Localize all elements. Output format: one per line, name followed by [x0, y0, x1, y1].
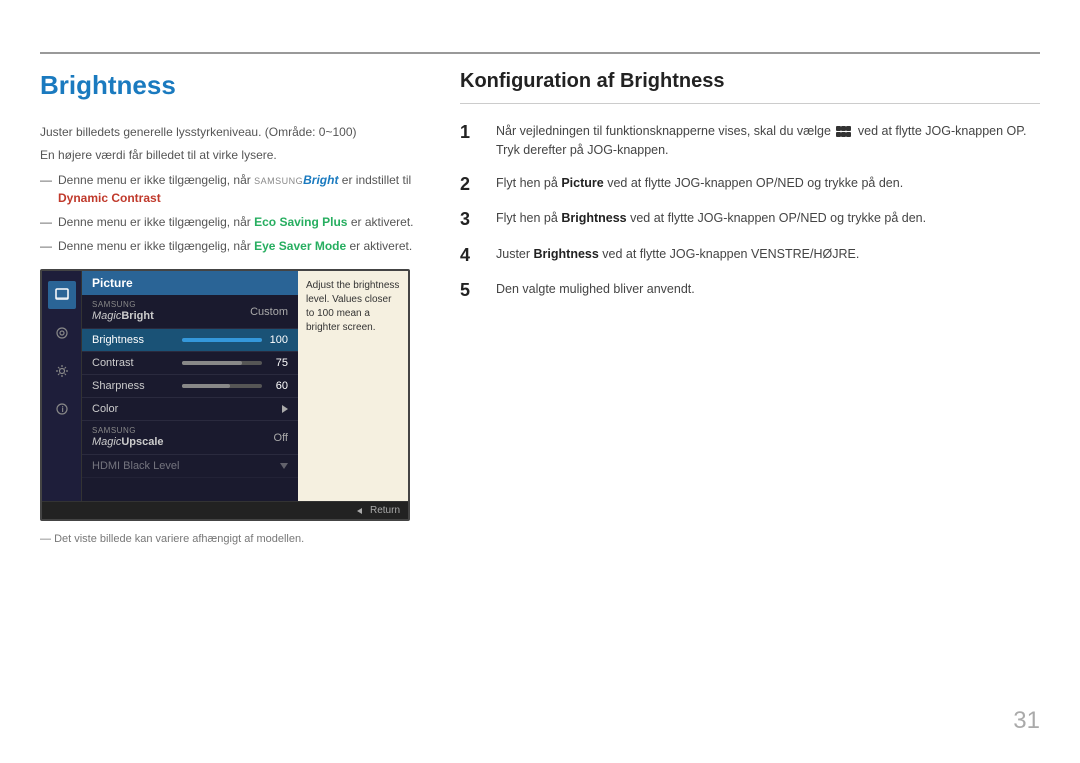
monitor-bottom-bar: Return: [42, 501, 408, 519]
step-number-1: 1: [460, 122, 488, 144]
callout-box: Adjust the brightness level. Values clos…: [298, 271, 408, 501]
note-line-1: Denne menu er ikke tilgængelig, når SAMS…: [40, 171, 430, 207]
menu-header: Picture: [82, 271, 298, 295]
hdmi-arrow-icon: [280, 463, 288, 469]
page-title: Brightness: [40, 70, 430, 101]
menu-area: Picture SAMSUNG MagicBright Custom Brigh…: [82, 271, 298, 501]
description-line2: En højere værdi får billedet til at virk…: [40, 146, 430, 165]
step-3: 3 Flyt hen på Brightness ved at flytte J…: [460, 209, 1040, 231]
return-arrow-icon: [357, 508, 362, 514]
monitor-screenshot: i Picture SAMSUNG MagicBright Custom: [40, 269, 410, 521]
step-text-1: Når vejledningen til funktionsknapperne …: [496, 122, 1040, 160]
sidebar-icons: i: [42, 271, 82, 501]
menu-item-magicupscale: SAMSUNG MagicUpscale Off: [82, 421, 298, 455]
svg-text:i: i: [61, 405, 63, 414]
icon-sound: [48, 319, 76, 347]
menu-item-hdmi: HDMI Black Level: [82, 455, 298, 478]
note-line-3: Denne menu er ikke tilgængelig, når Eye …: [40, 237, 430, 255]
menu-item-contrast: Contrast 75: [82, 352, 298, 375]
steps-list: 1 Når vejledningen til funktionsknappern…: [460, 122, 1040, 302]
step-2: 2 Flyt hen på Picture ved at flytte JOG-…: [460, 174, 1040, 196]
step-number-4: 4: [460, 245, 488, 267]
step-text-3: Flyt hen på Brightness ved at flytte JOG…: [496, 209, 1040, 228]
right-column: Konfiguration af Brightness 1 Når vejled…: [460, 70, 1040, 316]
return-button: Return: [357, 505, 400, 516]
step-text-4: Juster Brightness ved at flytte JOG-knap…: [496, 245, 1040, 264]
callout-text: Adjust the brightness level. Values clos…: [306, 280, 399, 333]
footnote-text: Det viste billede kan variere afhængigt …: [40, 533, 430, 545]
step-5: 5 Den valgte mulighed bliver anvendt.: [460, 280, 1040, 302]
menu-item-color: Color: [82, 398, 298, 421]
menu-item-sharpness: Sharpness 60: [82, 375, 298, 398]
step-number-3: 3: [460, 209, 488, 231]
icon-picture: [48, 281, 76, 309]
right-section-title: Konfiguration af Brightness: [460, 70, 1040, 104]
step-number-5: 5: [460, 280, 488, 302]
description-line1: Juster billedets generelle lysstyrkenive…: [40, 123, 430, 142]
return-label: Return: [370, 505, 400, 516]
note3-text: Denne menu er ikke tilgængelig, når Eye …: [58, 237, 412, 255]
menu-item-magicbright: SAMSUNG MagicBright Custom: [82, 295, 298, 329]
note2-text: Denne menu er ikke tilgængelig, når Eco …: [58, 213, 414, 231]
step-1: 1 Når vejledningen til funktionsknappern…: [460, 122, 1040, 160]
page-number: 31: [1013, 707, 1040, 735]
step-4: 4 Juster Brightness ved at flytte JOG-kn…: [460, 245, 1040, 267]
color-arrow-icon: [282, 405, 288, 413]
icon-info: i: [48, 395, 76, 423]
step-text-2: Flyt hen på Picture ved at flytte JOG-kn…: [496, 174, 1040, 193]
note1-text: Denne menu er ikke tilgængelig, når SAMS…: [58, 171, 430, 207]
icon-settings: [48, 357, 76, 385]
left-column: Brightness Juster billedets generelle ly…: [40, 70, 430, 545]
menu-item-brightness: Brightness 100: [82, 329, 298, 352]
top-divider: [40, 52, 1040, 54]
note-line-2: Denne menu er ikke tilgængelig, når Eco …: [40, 213, 430, 231]
step-text-5: Den valgte mulighed bliver anvendt.: [496, 280, 1040, 299]
step-number-2: 2: [460, 174, 488, 196]
